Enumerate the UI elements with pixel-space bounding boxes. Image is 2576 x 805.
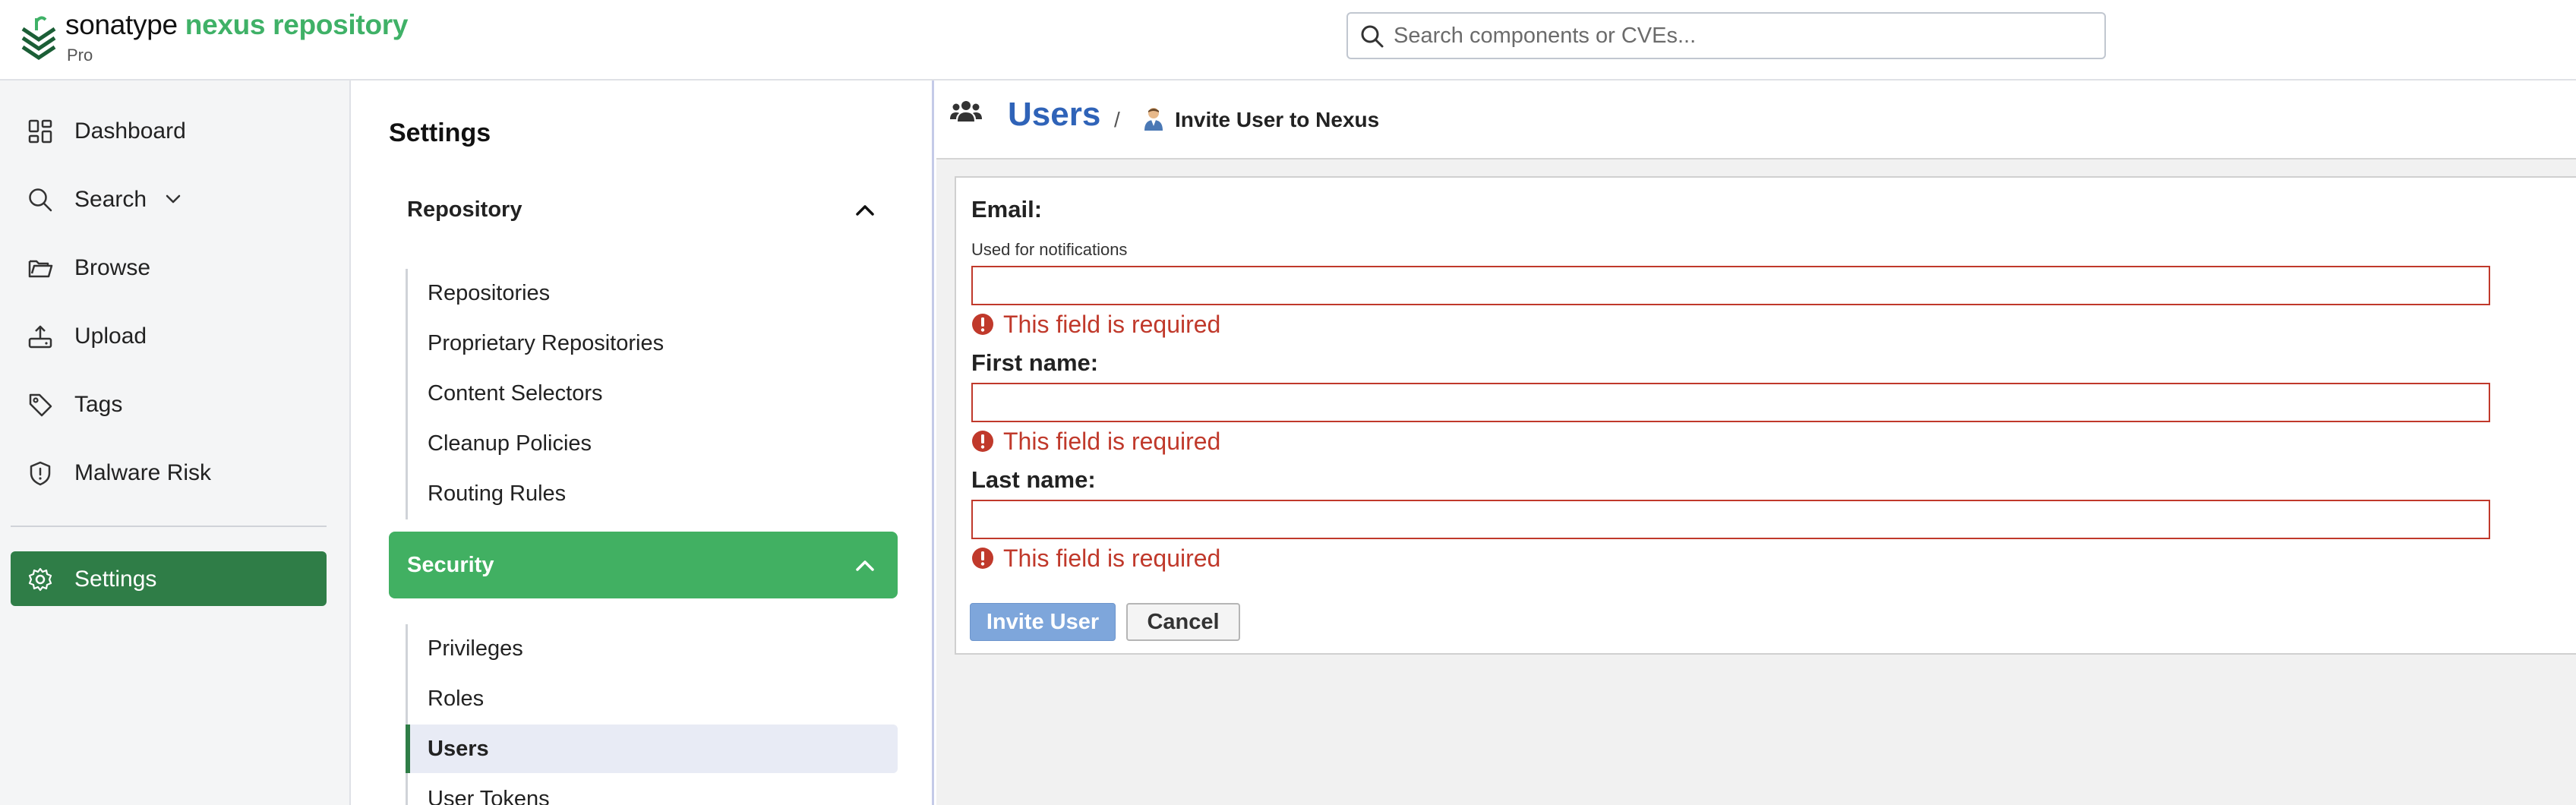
sub-label: User Tokens (428, 787, 550, 805)
logo-edition: Pro (67, 46, 93, 65)
chevron-up-icon (856, 560, 874, 571)
nav-label-settings: Settings (74, 567, 157, 592)
settings-title: Settings (389, 118, 491, 147)
left-nav: Dashboard Search Browse Upload Tags Malw… (0, 80, 351, 805)
email-help: Used for notifications (971, 240, 1128, 259)
nav-item-settings[interactable]: Settings (11, 551, 327, 606)
logo-brand: sonatype (65, 9, 178, 40)
chevron-down-icon[interactable] (163, 188, 184, 210)
settings-panel: Settings Repository Repositories Proprie… (352, 80, 934, 805)
invite-user-form: Email: Used for notifications This field… (955, 176, 2576, 655)
nav-label-malware-risk: Malware Risk (74, 460, 212, 485)
sub-label: Users (428, 737, 489, 761)
nav-label-tags: Tags (74, 392, 123, 417)
global-search[interactable] (1346, 12, 2106, 59)
last-name-error-text: This field is required (1003, 544, 1221, 572)
sub-label: Repositories (428, 281, 551, 305)
invite-user-button[interactable]: Invite User (970, 603, 1116, 641)
email-error-text: This field is required (1003, 310, 1221, 338)
top-header: sonatype nexus repository Pro (0, 0, 2576, 80)
first-name-label: First name: (971, 349, 1099, 376)
breadcrumb-separator: / (1114, 108, 1120, 131)
first-name-error-text: This field is required (1003, 427, 1221, 455)
search-input[interactable] (1394, 20, 2092, 52)
nav-item-search[interactable]: Search (11, 172, 327, 226)
user-icon (1144, 108, 1163, 131)
email-label: Email: (971, 196, 1043, 223)
logo-product: nexus repository (185, 9, 409, 40)
breadcrumb-current: Invite User to Nexus (1175, 108, 1380, 131)
tag-icon (29, 393, 52, 417)
security-sub-list: Privileges Roles Users User Tokens (406, 624, 899, 805)
nav-label-dashboard: Dashboard (74, 118, 186, 144)
nav-item-browse[interactable]: Browse (11, 240, 327, 295)
sub-item-roles[interactable]: Roles (408, 674, 900, 723)
logo-wordmark: sonatype nexus repository (65, 9, 408, 41)
sub-label: Cleanup Policies (428, 431, 592, 456)
breadcrumb-users-link[interactable]: Users (1008, 96, 1100, 134)
first-name-field[interactable] (971, 383, 2490, 422)
sub-item-repositories[interactable]: Repositories (408, 269, 900, 317)
shield-icon (30, 461, 51, 486)
nav-label-browse: Browse (74, 255, 151, 280)
error-icon (972, 431, 993, 452)
nav-item-upload[interactable]: Upload (11, 308, 327, 363)
nav-label-search: Search (74, 187, 147, 212)
breadcrumb: Users / Invite User to Nexus (936, 80, 2576, 159)
group-header-security[interactable]: Security (389, 532, 898, 598)
search-icon (29, 188, 52, 212)
users-icon (950, 101, 982, 122)
last-name-error: This field is required (971, 544, 1221, 572)
first-name-error: This field is required (971, 427, 1221, 455)
sub-label: Content Selectors (428, 381, 603, 406)
error-icon (972, 548, 993, 569)
gear-icon (28, 567, 52, 592)
sub-item-users[interactable]: Users (406, 724, 898, 773)
search-icon (1361, 25, 1384, 48)
app-logo[interactable]: sonatype nexus repository Pro (20, 8, 430, 65)
sub-item-content-selectors[interactable]: Content Selectors (408, 369, 900, 418)
dashboard-icon (28, 119, 52, 144)
last-name-label: Last name: (971, 466, 1096, 493)
sub-label: Privileges (428, 636, 523, 661)
sub-item-cleanup-policies[interactable]: Cleanup Policies (408, 419, 900, 468)
error-icon (972, 314, 993, 335)
sub-item-privileges[interactable]: Privileges (408, 624, 900, 673)
cancel-button[interactable]: Cancel (1126, 603, 1240, 641)
main-content: Users / Invite User to Nexus Email: Used… (936, 80, 2576, 805)
group-header-repository[interactable]: Repository (389, 176, 898, 243)
last-name-field[interactable] (971, 500, 2490, 539)
chevron-up-icon (856, 205, 874, 216)
nav-item-malware-risk[interactable]: Malware Risk (11, 445, 327, 500)
email-field[interactable] (971, 266, 2490, 305)
nav-item-dashboard[interactable]: Dashboard (11, 103, 327, 158)
nav-label-upload: Upload (74, 324, 147, 349)
sub-item-proprietary-repositories[interactable]: Proprietary Repositories (408, 319, 900, 368)
sub-label: Routing Rules (428, 481, 567, 506)
upload-icon (28, 325, 52, 349)
sonatype-logo-icon (21, 16, 56, 61)
repository-sub-list: Repositories Proprietary Repositories Co… (406, 269, 899, 519)
group-label-repository: Repository (407, 197, 522, 222)
group-label-security: Security (407, 553, 494, 577)
sub-item-routing-rules[interactable]: Routing Rules (408, 469, 900, 518)
nav-item-tags[interactable]: Tags (11, 377, 327, 431)
nav-divider (11, 526, 327, 527)
sub-item-user-tokens[interactable]: User Tokens (408, 775, 900, 805)
folder-icon (28, 260, 53, 278)
sub-label: Proprietary Repositories (428, 331, 665, 355)
email-error: This field is required (971, 310, 1221, 338)
sub-label: Roles (428, 687, 485, 711)
